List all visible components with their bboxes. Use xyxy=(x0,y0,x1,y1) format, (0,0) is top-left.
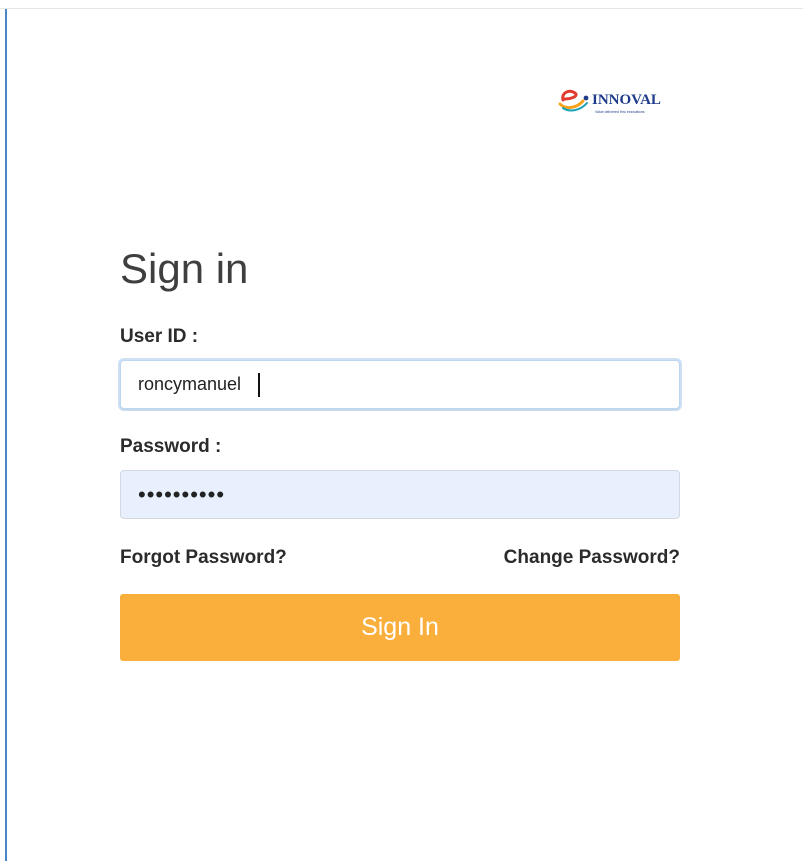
text-cursor xyxy=(258,373,260,397)
change-password-link[interactable]: Change Password? xyxy=(504,547,680,569)
user-id-input[interactable] xyxy=(120,360,680,409)
logo-wordmark: INNOVAL xyxy=(592,92,661,108)
sign-in-button[interactable]: Sign In xyxy=(120,594,680,661)
user-id-label: User ID : xyxy=(120,326,199,347)
forgot-password-link[interactable]: Forgot Password? xyxy=(120,547,287,569)
password-input[interactable] xyxy=(120,470,680,519)
page-title: Sign in xyxy=(120,245,249,292)
password-label: Password : xyxy=(120,436,222,457)
logo-tagline: Value delivered thru innovations xyxy=(595,110,645,114)
top-border xyxy=(0,0,803,9)
left-border xyxy=(5,9,7,861)
